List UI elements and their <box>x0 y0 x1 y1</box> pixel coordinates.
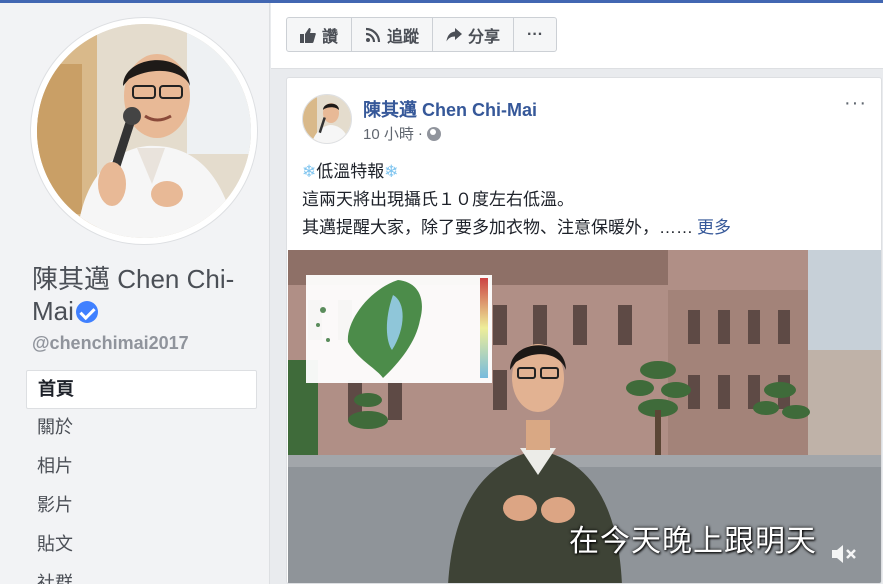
post-author-photo <box>303 95 351 143</box>
post-card: 陳其邁 Chen Chi-Mai 10 小時 · ··· ❄低溫特報❄ 這兩天將… <box>286 77 882 584</box>
more-actions-button[interactable]: ··· <box>514 18 556 51</box>
page-nav: 首頁 關於 相片 影片 貼文 社群 <box>26 370 257 584</box>
snowflake-icon: ❄ <box>302 162 317 181</box>
post-meta: 10 小時 · <box>363 123 441 144</box>
thumbs-up-icon <box>300 27 316 43</box>
action-button-group: 讚 追蹤 分享 ··· <box>286 17 558 52</box>
post-video[interactable]: 在今天晚上跟明天 <box>288 250 881 583</box>
share-label: 分享 <box>468 28 501 46</box>
page-action-bar: 讚 追蹤 分享 ··· <box>271 3 883 69</box>
nav-item-posts[interactable]: 貼文 <box>26 526 257 565</box>
verified-badge-icon <box>75 301 98 323</box>
post-line-1: 這兩天將出現攝氏１０度左右低溫。 <box>302 190 574 209</box>
profile-picture[interactable] <box>37 24 251 238</box>
like-label: 讚 <box>322 28 339 46</box>
post-line-2: 其邁提醒大家，除了要多加衣物、注意保暖外，…… 更多 <box>302 214 862 242</box>
share-button[interactable]: 分享 <box>433 18 515 51</box>
rss-follow-icon <box>365 27 381 42</box>
post-body: ❄低溫特報❄ 這兩天將出現攝氏１０度左右低溫。 其邁提醒大家，除了要多加衣物、注… <box>302 158 862 242</box>
mute-button[interactable] <box>830 542 858 571</box>
post-author-name[interactable]: 陳其邁 Chen Chi-Mai <box>363 96 537 122</box>
page-title[interactable]: 陳其邁 Chen Chi-Mai <box>32 263 262 327</box>
profile-picture-frame[interactable] <box>30 17 258 245</box>
video-caption: 在今天晚上跟明天 <box>569 525 817 558</box>
post-heading-text: 低溫特報 <box>316 162 385 181</box>
follow-label: 追蹤 <box>387 28 420 46</box>
nav-item-about[interactable]: 關於 <box>26 409 257 448</box>
post-options-button[interactable]: ··· <box>844 92 867 115</box>
post-heading: ❄低溫特報❄ <box>302 158 862 186</box>
globe-public-icon[interactable] <box>426 126 441 141</box>
post-author-avatar[interactable] <box>302 94 352 144</box>
like-button[interactable]: 讚 <box>287 18 353 51</box>
page-handle[interactable]: @chenchimai2017 <box>32 333 189 354</box>
nav-item-photos[interactable]: 相片 <box>26 448 257 487</box>
profile-photo-image <box>37 24 251 238</box>
share-arrow-icon <box>446 27 463 41</box>
nav-item-videos[interactable]: 影片 <box>26 487 257 526</box>
see-more-link[interactable]: 更多 <box>697 218 731 237</box>
nav-item-home[interactable]: 首頁 <box>26 370 257 409</box>
page-title-text[interactable]: 陳其邁 Chen Chi-Mai <box>32 264 234 326</box>
snowflake-icon: ❄ <box>384 162 399 181</box>
page-sidebar: 陳其邁 Chen Chi-Mai @chenchimai2017 首頁 關於 相… <box>0 3 270 584</box>
muted-speaker-icon <box>832 545 856 563</box>
more-actions-icon: ··· <box>527 25 544 43</box>
post-timestamp[interactable]: 10 小時 <box>363 123 414 144</box>
nav-item-community[interactable]: 社群 <box>26 565 257 584</box>
meta-separator: · <box>417 125 423 142</box>
post-line-2-text: 其邁提醒大家，除了要多加衣物、注意保暖外，…… <box>302 218 693 237</box>
follow-button[interactable]: 追蹤 <box>352 18 434 51</box>
